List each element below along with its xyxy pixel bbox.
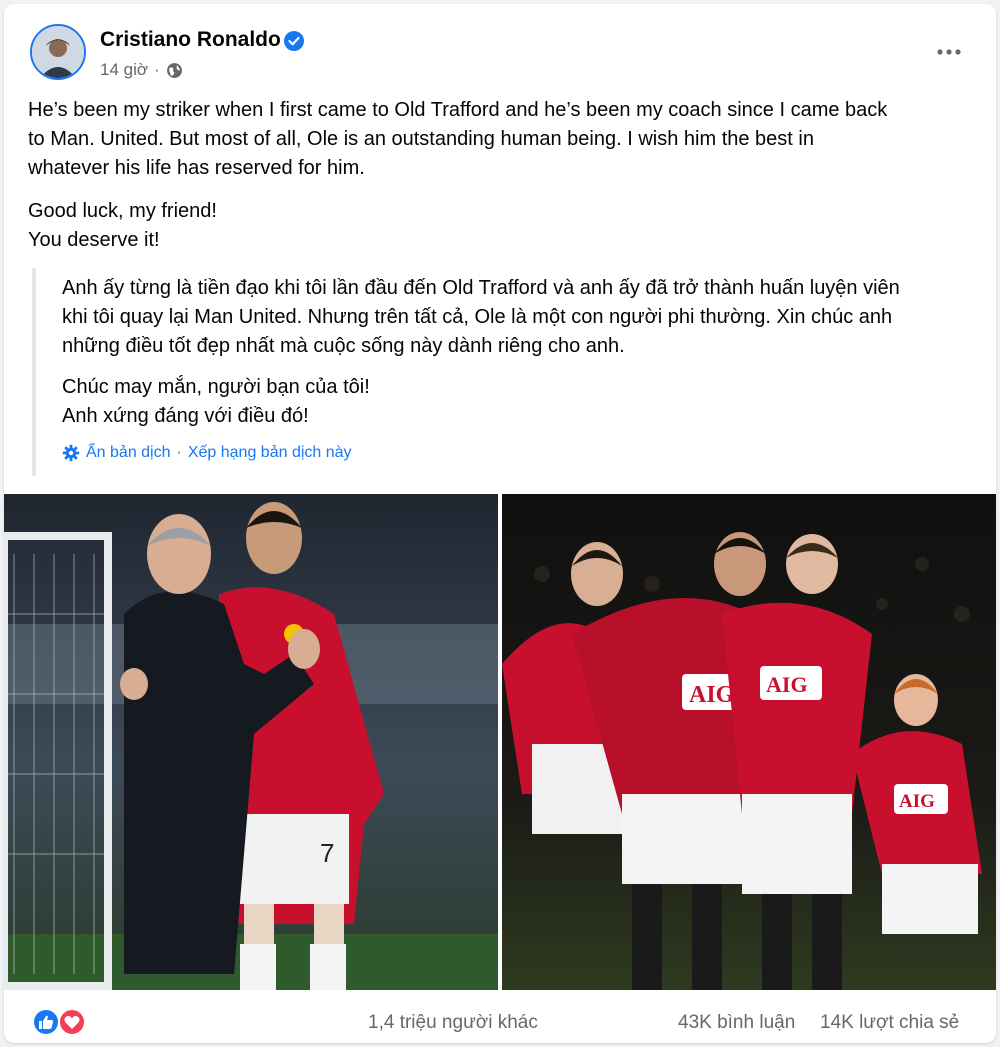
- photo-grid: 7 AIG AIG AIG: [4, 494, 996, 990]
- post-header: Cristiano Ronaldo 14 giờ ·: [28, 22, 978, 84]
- reaction-count[interactable]: 1,4 triệu người khác: [368, 1012, 538, 1034]
- share-count[interactable]: 14K lượt chia sẻ: [820, 1012, 959, 1034]
- svg-text:AIG: AIG: [689, 682, 735, 708]
- photo-ronaldo-solskjaer-celebration[interactable]: AIG AIG AIG: [502, 494, 996, 990]
- translated-paragraph: Anh ấy từng là tiền đạo khi tôi lần đầu …: [62, 277, 900, 357]
- rate-translation-link[interactable]: Xếp hạng bản dịch này: [188, 444, 352, 462]
- comment-count[interactable]: 43K bình luận: [678, 1012, 795, 1034]
- post-time[interactable]: 14 giờ: [100, 60, 148, 80]
- svg-text:AIG: AIG: [899, 791, 935, 812]
- svg-text:AIG: AIG: [766, 672, 808, 697]
- reactions-icon[interactable]: [30, 1008, 86, 1036]
- translated-paragraph: Chúc may mắn, người bạn của tôi! Anh xứn…: [62, 376, 370, 427]
- post-footer: 1,4 triệu người khác 43K bình luận 14K l…: [4, 1000, 996, 1043]
- photo-solskjaer-ronaldo-hug[interactable]: 7: [4, 494, 498, 990]
- post-paragraph: Good luck, my friend! You deserve it!: [28, 200, 217, 251]
- globe-icon: [166, 62, 182, 78]
- verified-badge-icon: [284, 31, 304, 51]
- post-text: He’s been my striker when I first came t…: [28, 96, 973, 269]
- hide-translation-link[interactable]: Ẩn bản dịch: [86, 444, 171, 462]
- more-horizontal-icon[interactable]: [934, 44, 964, 60]
- svg-text:7: 7: [320, 838, 334, 868]
- author-avatar[interactable]: [30, 24, 86, 80]
- translation-block: Anh ấy từng là tiền đạo khi tôi lần đầu …: [32, 268, 977, 476]
- translation-actions: Ẩn bản dịch · Xếp hạng bản dịch này: [62, 444, 352, 462]
- gear-icon[interactable]: [62, 444, 80, 462]
- post-paragraph: He’s been my striker when I first came t…: [28, 99, 888, 179]
- separator: ·: [176, 444, 182, 461]
- author-name[interactable]: Cristiano Ronaldo: [100, 28, 281, 52]
- post-card: Cristiano Ronaldo 14 giờ · He’s been my …: [4, 4, 996, 1043]
- post-meta: 14 giờ ·: [100, 60, 183, 80]
